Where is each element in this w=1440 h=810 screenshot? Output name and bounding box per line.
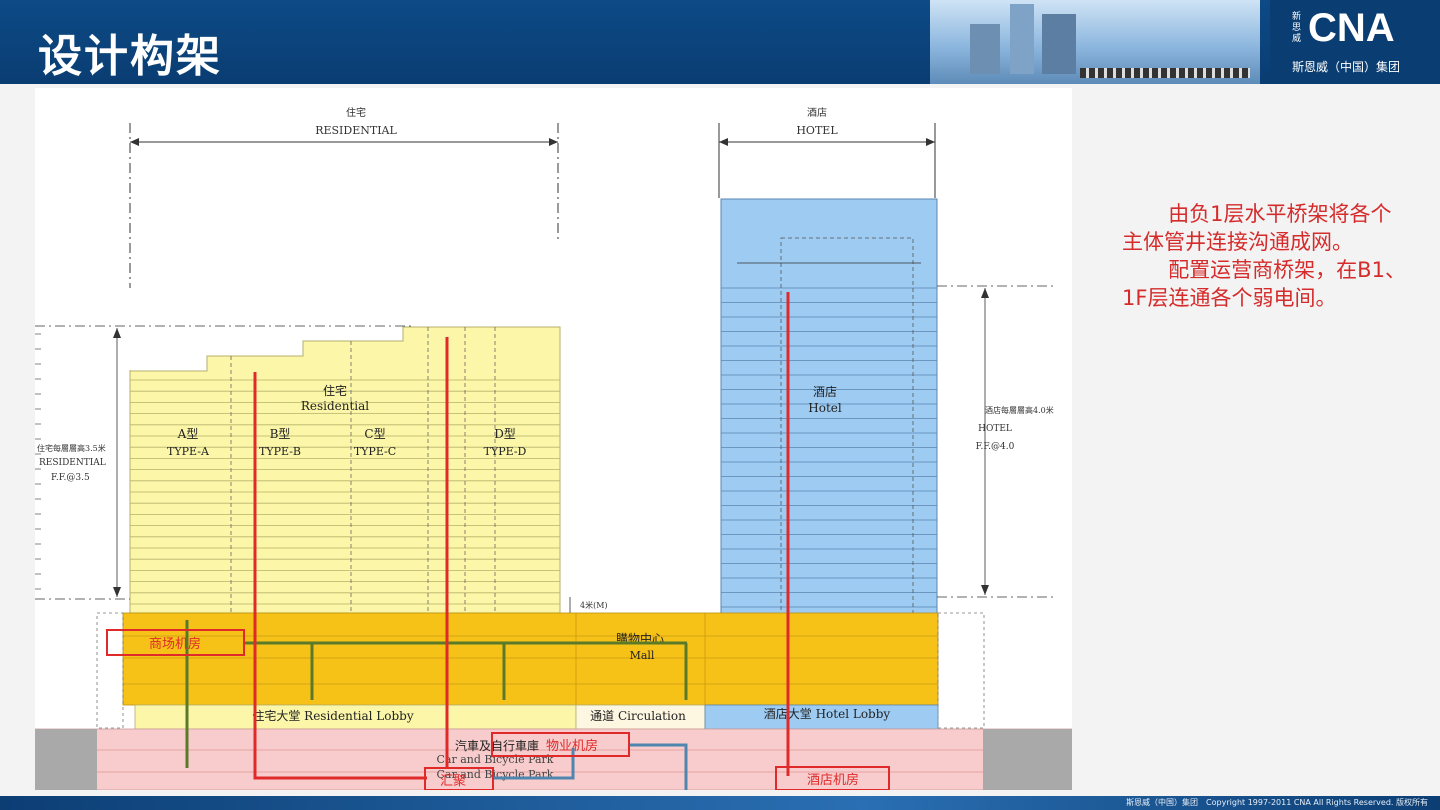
header-photo: [930, 0, 1260, 84]
footer-copyright: 斯恩威（中国）集团 Copyright 1997-2011 CNA All Ri…: [1126, 798, 1428, 807]
header-bar: 设计构架 新思威 CNA 斯恩威（中国）集团: [0, 0, 1440, 84]
right-note-line3: F.F.@4.0: [976, 442, 1015, 452]
company-logo: 新思威 CNA 斯恩威（中国）集团: [1270, 0, 1440, 84]
hotel-label-en: Hotel: [808, 401, 842, 415]
type-label-en: TYPE-B: [259, 445, 301, 458]
gap-label: 4米(M): [580, 600, 608, 610]
hotel-room-label: 酒店机房: [807, 772, 859, 788]
parking-label-cn: 汽車及自行車庫: [455, 738, 539, 753]
type-label-cn: B型: [270, 427, 291, 441]
left-note-line3: F.F.@3.5: [51, 473, 90, 483]
type-label-cn: C型: [364, 427, 385, 441]
dim-residential-cn: 住宅: [346, 106, 366, 119]
dim-residential-en: RESIDENTIAL: [315, 124, 397, 137]
residential-label-en: Residential: [301, 399, 369, 413]
convergence-label: 汇聚: [440, 774, 466, 789]
logo-brand: CNA: [1308, 6, 1395, 50]
section-diagram: 住宅 RESIDENTIAL 酒店 HOTEL 住宅 Residential A…: [34, 88, 1073, 791]
type-label-en: TYPE-D: [484, 445, 527, 458]
residential-lobby-label: 住宅大堂 Residential Lobby: [252, 708, 413, 723]
note-paragraph-1: 由负1层水平桥架将各个主体管井连接沟通成网。: [1122, 202, 1392, 254]
type-label-en: TYPE-C: [354, 445, 396, 458]
explanation-note: 由负1层水平桥架将各个主体管井连接沟通成网。 配置运营商桥架，在B1、1F层连通…: [1122, 200, 1412, 312]
hotel-label-cn: 酒店: [813, 385, 837, 399]
right-note-line1: 酒店每層層高4.0米: [985, 405, 1054, 415]
type-label-cn: A型: [177, 427, 199, 441]
hotel-lobby-label: 酒店大堂 Hotel Lobby: [764, 707, 891, 721]
page-title: 设计构架: [38, 31, 222, 82]
dim-hotel-en: HOTEL: [796, 124, 838, 137]
right-note-line2: HOTEL: [978, 424, 1012, 434]
mall-podium: [122, 612, 939, 706]
property-room-label: 物业机房: [546, 738, 598, 754]
type-label-en: TYPE-A: [167, 445, 210, 458]
parking-label-en: Car and Bicycle Park: [437, 753, 554, 766]
note-paragraph-2: 配置运营商桥架，在B1、1F层连通各个弱电间。: [1122, 258, 1406, 310]
type-label-cn: D型: [494, 427, 516, 441]
dim-hotel-cn: 酒店: [807, 106, 827, 119]
residential-label-cn: 住宅: [323, 383, 347, 398]
circulation-label: 通道 Circulation: [590, 709, 686, 723]
left-note-line2: RESIDENTIAL: [39, 458, 106, 468]
logo-mark: 新思威: [1292, 12, 1302, 44]
mall-label-en: Mall: [630, 649, 655, 662]
residential-floor-lines: [130, 379, 560, 605]
mall-room-label: 商场机房: [149, 636, 201, 652]
logo-subtitle: 斯恩威（中国）集团: [1292, 60, 1401, 74]
left-note-line1: 住宅每層層高3.5米: [37, 443, 106, 453]
footer-bar: 斯恩威（中国）集团 Copyright 1997-2011 CNA All Ri…: [0, 796, 1440, 810]
